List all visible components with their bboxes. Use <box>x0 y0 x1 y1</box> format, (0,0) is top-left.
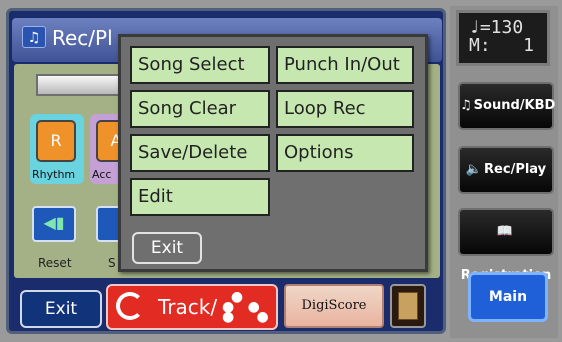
main-button[interactable]: Main <box>468 272 548 322</box>
refresh-icon <box>116 292 144 320</box>
rec-play-label: Rec/Play <box>484 162 547 177</box>
cabinet-icon <box>398 292 418 320</box>
song-clear-button[interactable]: Song Clear <box>130 90 270 128</box>
window-title: Rec/Pl <box>52 26 113 50</box>
sound-kbd-button[interactable]: ♫ Sound/KBD <box>458 82 556 130</box>
loop-rec-button[interactable]: Loop Rec <box>276 90 414 128</box>
digiscore-button[interactable]: DigiScore <box>284 284 384 328</box>
music-note-icon: ♫ <box>22 26 46 48</box>
measure-readout: M: 1 <box>469 35 535 56</box>
reset-label: Reset <box>38 256 72 270</box>
save-delete-button[interactable]: Save/Delete <box>130 134 270 172</box>
stop-label: S <box>108 256 116 270</box>
song-select-button[interactable]: Song Select <box>130 46 270 84</box>
rhythm-label: Rhythm <box>32 168 76 181</box>
options-button[interactable]: Options <box>276 134 414 172</box>
skip-to-start-icon: ◀▮ <box>43 213 65 232</box>
punch-in-out-button[interactable]: Punch In/Out <box>276 46 414 84</box>
popup-exit-button[interactable]: Exit <box>132 232 202 264</box>
dots-icon: ● ● ● ● ● <box>222 289 269 325</box>
book-icon: 📖 <box>496 224 514 239</box>
acc-label: Acc <box>92 168 112 181</box>
song-position-bar <box>36 74 126 96</box>
speaker-icon: 🔈 <box>465 162 483 177</box>
reset-button[interactable]: ◀▮ <box>32 206 76 242</box>
edit-button[interactable]: Edit <box>130 178 270 216</box>
rhythm-part-button[interactable]: R <box>36 120 76 162</box>
exit-button[interactable]: Exit <box>20 290 102 328</box>
sound-kbd-label: Sound/KBD <box>473 98 556 113</box>
music-notes-icon: ♫ <box>460 98 472 113</box>
registration-button[interactable]: 📖Registration <box>458 208 554 283</box>
rec-play-button[interactable]: 🔈 Rec/Play <box>458 146 554 194</box>
tempo-display: ♩=130 M: 1 <box>456 10 550 66</box>
